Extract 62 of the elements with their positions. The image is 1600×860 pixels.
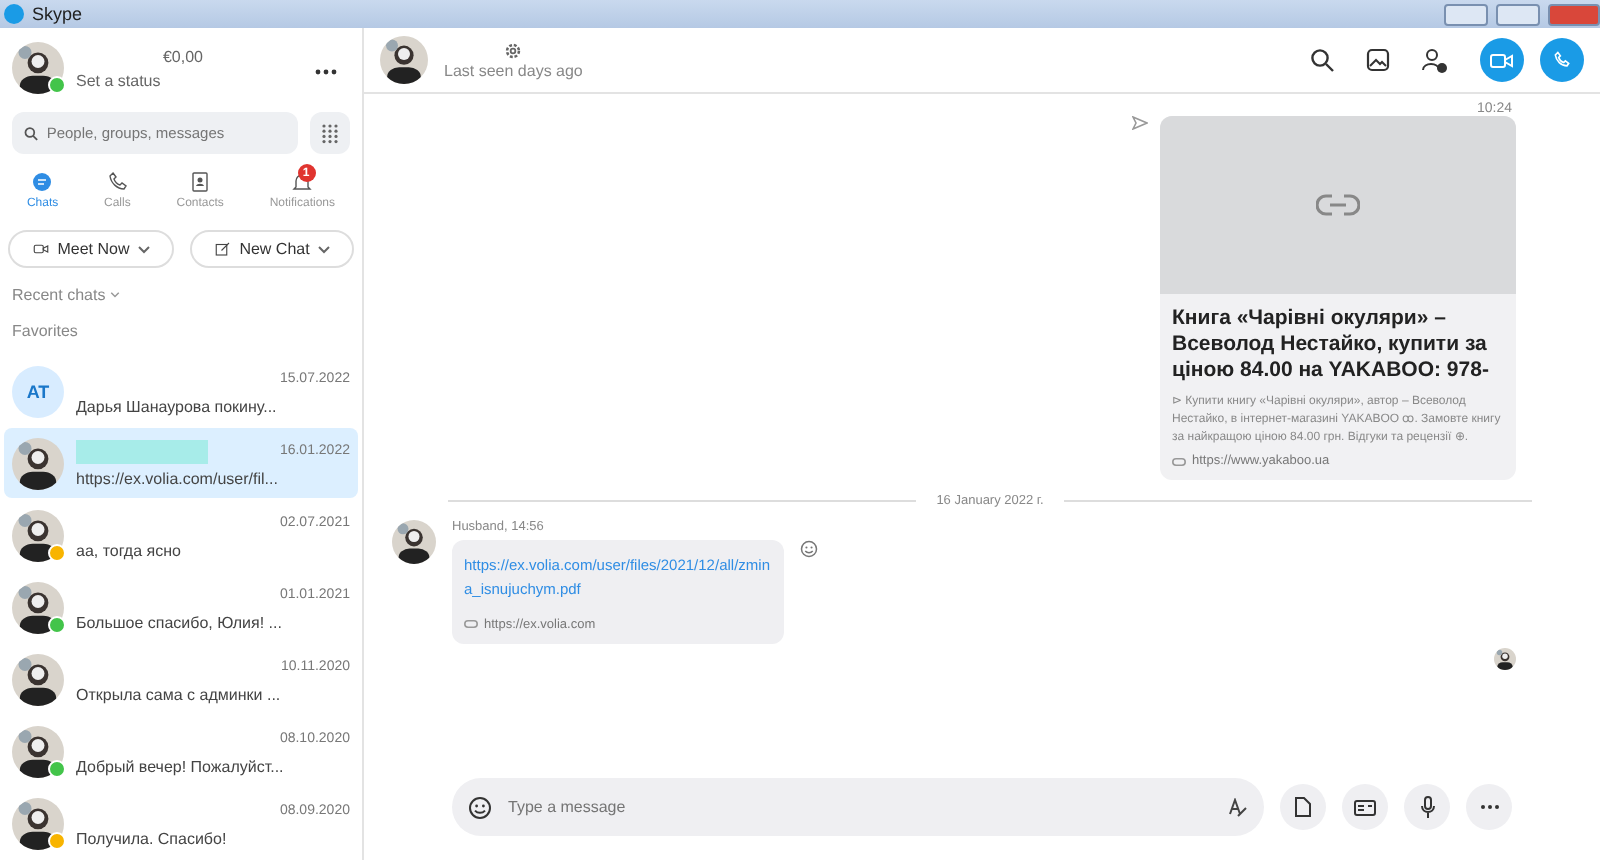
recent-chats-dropdown[interactable]: Recent chats (12, 286, 106, 304)
video-camera-icon (1490, 51, 1514, 69)
last-seen-text: Last seen days ago (444, 61, 583, 79)
chevron-down-icon (137, 245, 150, 253)
link-icon (464, 620, 478, 629)
chat-preview: Открыла сама с админки ... (76, 685, 283, 703)
compose-icon (213, 240, 232, 258)
dialpad-icon (322, 123, 338, 143)
skype-logo-icon (4, 4, 24, 24)
more-icon (1479, 804, 1499, 810)
chat-preview: Большое спасибо, Юлия! ... (76, 613, 284, 631)
dialpad-button[interactable] (310, 112, 350, 154)
add-person-icon (1422, 47, 1448, 73)
add-person-button[interactable] (1422, 47, 1448, 73)
search-icon (24, 125, 39, 141)
link-preview-card[interactable] (1160, 116, 1516, 481)
call-button[interactable] (1540, 38, 1584, 82)
set-status-link[interactable]: Set a status (76, 71, 290, 89)
link-title: Книга «Чарівні окуляри» – Всеволод Нестайко, купити за ціною 84.00 на YAKABOO: 978- (1170, 304, 1491, 385)
video-camera-icon (31, 240, 50, 258)
file-button[interactable] (1280, 784, 1326, 830)
minimize-button[interactable] (1444, 3, 1488, 25)
chat-preview: Дарья Шанаурова покину... (76, 397, 279, 415)
action-button[interactable]: New Chat (189, 230, 354, 268)
phone-icon (1552, 50, 1572, 70)
sent-icon (1132, 116, 1148, 130)
microphone-icon (1419, 796, 1435, 818)
reaction-smiley-icon[interactable] (800, 539, 818, 558)
image-icon (1366, 48, 1390, 72)
id-card-icon (1354, 799, 1376, 815)
search-button[interactable] (1310, 48, 1334, 72)
gear-icon[interactable] (504, 41, 523, 59)
chat-preview: https://ex.volia.com/user/fil... (76, 469, 280, 487)
close-button[interactable] (1548, 3, 1600, 25)
contact-card-button[interactable] (1342, 784, 1388, 830)
link-icon (1316, 194, 1360, 216)
more-icon (314, 68, 338, 76)
smiley-icon (468, 795, 492, 819)
format-text-icon[interactable] (1228, 797, 1248, 817)
message-input[interactable]: Type a message (508, 798, 1212, 816)
contact-card-icon (188, 170, 213, 194)
phone-icon (105, 170, 130, 194)
document-icon (1294, 796, 1312, 818)
link-icon (1172, 457, 1186, 466)
window-title: Skype (32, 4, 85, 24)
search-icon (1310, 48, 1334, 72)
message-field[interactable]: Type a message (452, 778, 1264, 836)
chevron-down-icon (109, 292, 120, 298)
chat-preview: аа, тогда ясно (76, 541, 183, 559)
microphone-button[interactable] (1404, 784, 1450, 830)
action-button[interactable]: Meet Now (8, 230, 173, 268)
restore-button[interactable] (1496, 3, 1540, 25)
video-call-button[interactable] (1480, 38, 1524, 82)
balance: €0,00 (162, 47, 204, 65)
chevron-down-icon (317, 245, 330, 253)
initials-avatar: AT (12, 365, 64, 417)
chat-preview: Получила. Спасибо! (76, 829, 229, 847)
section-label: Favorites (12, 322, 78, 340)
chat-preview: Добрый вечер! Пожалуйст... (76, 757, 286, 775)
bell-icon (290, 170, 315, 194)
chat-icon (30, 170, 55, 194)
gallery-button[interactable] (1366, 48, 1390, 72)
